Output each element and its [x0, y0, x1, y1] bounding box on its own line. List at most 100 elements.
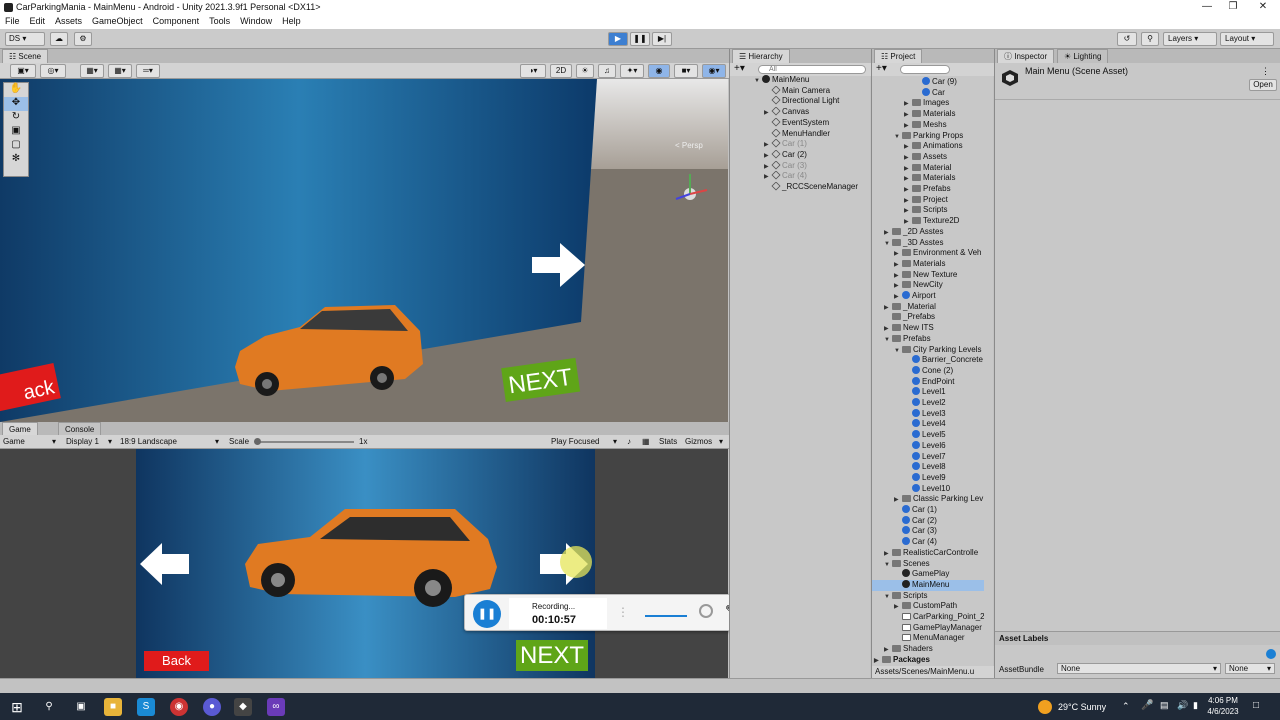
notification-icon[interactable]: □	[1253, 700, 1259, 711]
collapsed-arrow-icon[interactable]: ▶	[894, 271, 902, 281]
collapsed-arrow-icon[interactable]: ▶	[904, 142, 912, 152]
collapsed-arrow-icon[interactable]: ▶	[904, 174, 912, 184]
app-icon[interactable]: ●	[203, 698, 221, 716]
collapsed-arrow-icon[interactable]: ▶	[894, 495, 902, 505]
collapsed-arrow-icon[interactable]: ▶	[764, 140, 772, 150]
hierarchy-item[interactable]: EventSystem	[730, 117, 871, 129]
menu-tools[interactable]: Tools	[209, 16, 230, 26]
project-item[interactable]: CarParking_Point_2	[872, 612, 984, 623]
snap-toggle[interactable]: ▦▾	[108, 64, 132, 78]
project-item[interactable]: ▼ Scenes	[872, 559, 984, 570]
project-item[interactable]: ▶ _2D Asstes	[872, 227, 984, 238]
search-icon[interactable]: ⚲	[1141, 32, 1159, 46]
hierarchy-item[interactable]: ▶ Car (2)	[730, 149, 871, 161]
game-back-button[interactable]: Back	[144, 651, 209, 671]
file-explorer-icon[interactable]: ■	[104, 698, 122, 716]
audio-toggle[interactable]: ♫	[598, 64, 616, 78]
hierarchy-item[interactable]: _RCCSceneManager	[730, 182, 871, 193]
project-item[interactable]: Level2	[872, 398, 984, 409]
expanded-arrow-icon[interactable]: ▼	[894, 346, 902, 356]
network-icon[interactable]: ▤	[1160, 700, 1169, 711]
asset-labels-header[interactable]: Asset Labels	[995, 631, 1280, 645]
tray-chevron-icon[interactable]: ⌃	[1122, 701, 1130, 712]
collapsed-arrow-icon[interactable]: ▶	[894, 602, 902, 612]
project-item[interactable]: MenuManager	[872, 633, 984, 644]
project-item[interactable]: Car (1)	[872, 505, 984, 516]
hierarchy-search-input[interactable]	[758, 65, 866, 74]
history-icon[interactable]: ↺	[1117, 32, 1137, 46]
project-item[interactable]: Level8	[872, 462, 984, 473]
display-dropdown[interactable]: Display 1	[66, 435, 99, 448]
collapsed-arrow-icon[interactable]: ▶	[884, 228, 892, 238]
webcam-icon[interactable]	[699, 604, 713, 618]
inspector-menu-icon[interactable]: ⋮	[1261, 66, 1270, 77]
menu-component[interactable]: Component	[153, 16, 200, 26]
tab-inspector[interactable]: ⓘ Inspector	[997, 49, 1055, 63]
unity-taskbar-icon[interactable]: ◆	[234, 698, 252, 716]
project-item[interactable]: Level9	[872, 472, 984, 484]
collapsed-arrow-icon[interactable]: ▶	[894, 292, 902, 302]
collapsed-arrow-icon[interactable]: ▶	[874, 656, 882, 666]
expanded-arrow-icon[interactable]: ▼	[884, 335, 892, 345]
scene-view[interactable]: NEXT ack < Persp ✋ ✥ ↻ ▣ ▢ ✻	[0, 79, 728, 422]
increment-snap[interactable]: ═▾	[136, 64, 160, 78]
account-dropdown[interactable]: DS ▾	[5, 32, 45, 46]
hierarchy-item[interactable]: ▼ MainMenu	[730, 75, 871, 86]
gizmos-dropdown[interactable]: ◉▾	[702, 64, 726, 78]
gizmos-button[interactable]: Gizmos	[685, 435, 712, 448]
collapsed-arrow-icon[interactable]: ▶	[764, 162, 772, 172]
play-button[interactable]: ▶	[608, 32, 628, 46]
effects-dropdown[interactable]: ✦▾	[620, 64, 644, 78]
weather-icon[interactable]	[1038, 700, 1052, 714]
project-item[interactable]: MainMenu	[872, 579, 984, 591]
tab-hierarchy[interactable]: ☰ Hierarchy	[732, 49, 790, 63]
add-object-button[interactable]: +▾	[734, 63, 745, 74]
project-item[interactable]: Level10	[872, 483, 984, 495]
project-item[interactable]: ▶ RealisticCarControlle	[872, 548, 984, 559]
project-item[interactable]: Level1	[872, 387, 984, 398]
aspect-dropdown[interactable]: 18:9 Landscape	[120, 435, 177, 448]
project-item[interactable]: Car (2)	[872, 515, 984, 527]
project-item[interactable]: ▶ Packages	[872, 655, 984, 666]
collapsed-arrow-icon[interactable]: ▶	[904, 153, 912, 163]
expanded-arrow-icon[interactable]: ▼	[894, 132, 902, 142]
project-item[interactable]: ▼ Prefabs	[872, 334, 984, 345]
project-item[interactable]: ▼ City Parking Levels	[872, 345, 984, 356]
menu-window[interactable]: Window	[240, 16, 272, 26]
maximize-button[interactable]: ❐	[1220, 0, 1246, 14]
toggle-2d-button[interactable]: 2D	[550, 64, 572, 78]
layout-dropdown[interactable]: Layout ▾	[1220, 32, 1274, 46]
project-item[interactable]: ▶ Animations	[872, 141, 984, 152]
hand-tool-icon[interactable]: ✋	[4, 83, 28, 97]
project-item[interactable]: ▶ Images	[872, 98, 984, 109]
project-item[interactable]: ▶ Assets	[872, 152, 984, 163]
project-item[interactable]: ▶ _Material	[872, 302, 984, 313]
rotate-tool-icon[interactable]: ↻	[4, 111, 28, 125]
expanded-arrow-icon[interactable]: ▼	[884, 560, 892, 570]
project-search-input[interactable]	[900, 65, 950, 74]
variant-dropdown[interactable]: None ▾	[1225, 663, 1275, 674]
microphone-icon[interactable]: 🎤	[1141, 700, 1153, 711]
menu-file[interactable]: File	[5, 16, 20, 26]
project-item[interactable]: Level4	[872, 419, 984, 430]
project-item[interactable]: Car (4)	[872, 537, 984, 548]
task-view-icon[interactable]: ▣	[72, 698, 90, 716]
mute-audio-icon[interactable]: ♪	[627, 435, 631, 448]
battery-icon[interactable]: ▮	[1193, 700, 1198, 711]
clock-date[interactable]: 4/6/2023	[1202, 707, 1244, 716]
collab-icon[interactable]: ⚙	[74, 32, 92, 46]
menu-assets[interactable]: Assets	[55, 16, 82, 26]
game-view[interactable]: Back NEXT	[0, 449, 728, 678]
project-item[interactable]: Car	[872, 87, 984, 99]
expanded-arrow-icon[interactable]: ▼	[884, 592, 892, 602]
layers-dropdown[interactable]: Layers ▾	[1163, 32, 1217, 46]
project-item[interactable]: ▶ Airport	[872, 291, 984, 302]
collapsed-arrow-icon[interactable]: ▶	[904, 110, 912, 120]
expanded-arrow-icon[interactable]: ▼	[884, 239, 892, 249]
project-item[interactable]: ▶ Materials	[872, 109, 984, 120]
hierarchy-item[interactable]: ▶ Car (3)	[730, 160, 871, 172]
project-item[interactable]: ▶ Texture2D	[872, 216, 984, 227]
step-button[interactable]: ▶|	[652, 32, 672, 46]
collapsed-arrow-icon[interactable]: ▶	[884, 324, 892, 334]
mic-level-icon[interactable]: ⋮	[617, 605, 629, 619]
